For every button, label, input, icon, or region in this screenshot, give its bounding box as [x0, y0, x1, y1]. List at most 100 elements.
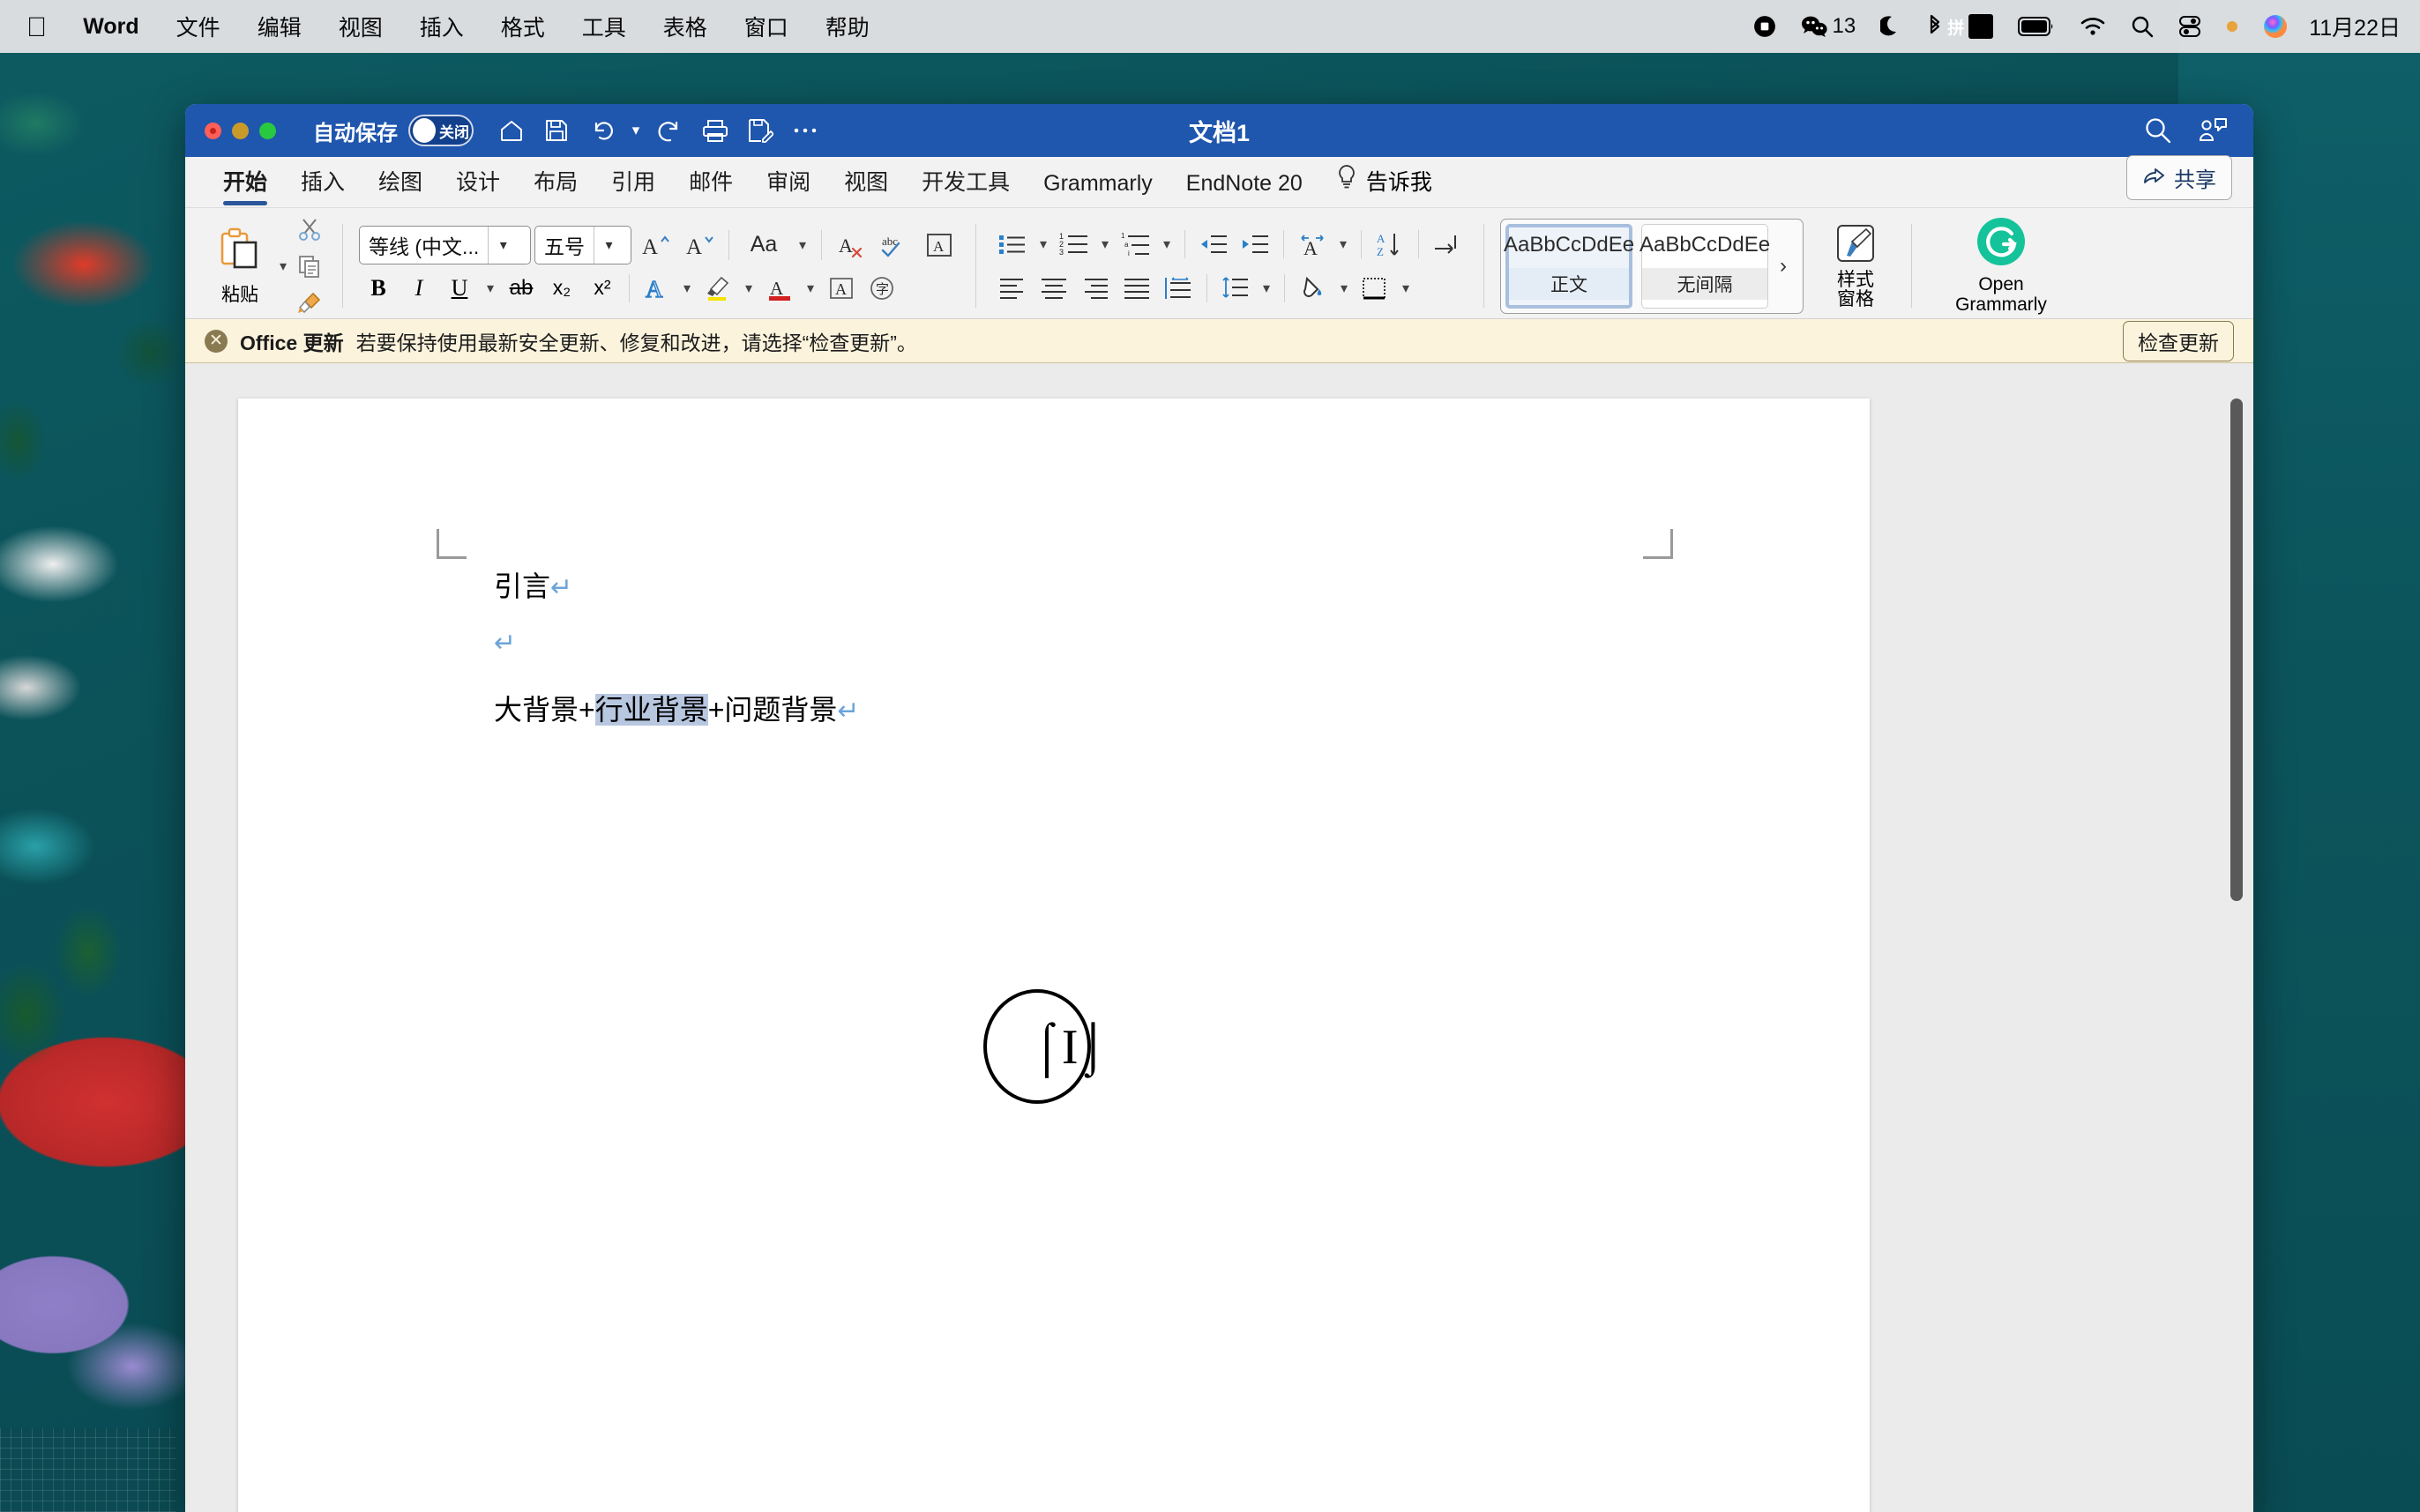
- wifi-icon[interactable]: [2067, 0, 2118, 53]
- numbered-list-icon[interactable]: 123: [1054, 225, 1094, 264]
- close-window-button[interactable]: [205, 122, 221, 139]
- tab-references[interactable]: 引用: [594, 165, 672, 207]
- font-size-combo[interactable]: 五号 ▾: [534, 225, 631, 264]
- copy-icon[interactable]: [293, 249, 326, 284]
- document-selected-text[interactable]: 行业背景: [594, 694, 708, 726]
- borders-dropdown-icon[interactable]: ▾: [1396, 271, 1415, 306]
- menu-item-window[interactable]: 窗口: [726, 0, 807, 53]
- multilevel-list-dropdown-icon[interactable]: ▾: [1157, 227, 1176, 262]
- subscript-button[interactable]: x₂: [542, 270, 581, 307]
- increase-indent-icon[interactable]: [1235, 225, 1275, 264]
- text-effects-icon[interactable]: A: [637, 270, 676, 307]
- pinyin-input-icon[interactable]: 拼: [1947, 0, 2005, 53]
- notification-dot-icon[interactable]: [2214, 0, 2251, 53]
- search-icon[interactable]: [2137, 109, 2179, 152]
- document-line-3[interactable]: 大背景+行业背景+问题背景↵: [494, 688, 860, 728]
- character-shading-icon[interactable]: A: [822, 270, 861, 307]
- show-formatting-marks-icon[interactable]: [1427, 225, 1468, 264]
- do-not-disturb-moon-icon[interactable]: [1868, 0, 1914, 53]
- paragraph-shading-dropdown-icon[interactable]: ▾: [1334, 271, 1354, 306]
- text-direction-dropdown-icon[interactable]: ▾: [1333, 227, 1353, 262]
- underline-dropdown-icon[interactable]: ▾: [481, 271, 500, 306]
- document-line-2[interactable]: ↵: [494, 626, 516, 659]
- menu-item-table[interactable]: 表格: [645, 0, 726, 53]
- style-card-no-spacing[interactable]: AaBbCcDdEe 无间隔: [1639, 223, 1770, 309]
- grow-font-icon[interactable]: A: [635, 226, 676, 264]
- tab-grammarly[interactable]: Grammarly: [1027, 171, 1169, 207]
- menu-item-help[interactable]: 帮助: [807, 0, 888, 53]
- spelling-check-icon[interactable]: abc: [875, 226, 915, 264]
- tab-layout[interactable]: 布局: [517, 165, 594, 207]
- siri-icon[interactable]: [2251, 0, 2300, 53]
- redo-icon[interactable]: [650, 110, 691, 151]
- autosave-control[interactable]: 自动保存 关闭: [313, 115, 474, 146]
- align-center-icon[interactable]: [1034, 269, 1074, 308]
- comments-icon[interactable]: [2192, 109, 2234, 152]
- more-options-icon[interactable]: [785, 110, 825, 151]
- font-family-dropdown-icon[interactable]: ▾: [488, 226, 518, 264]
- print-icon[interactable]: [695, 110, 736, 151]
- superscript-button[interactable]: x²: [583, 270, 622, 307]
- document-canvas[interactable]: 引言↵ ↵ 大背景+行业背景+问题背景↵ ⌠I⌡: [185, 363, 2253, 1512]
- zoom-window-button[interactable]: [259, 122, 276, 139]
- font-color-dropdown-icon[interactable]: ▾: [801, 271, 820, 306]
- character-border-icon[interactable]: A: [919, 226, 960, 264]
- multilevel-list-icon[interactable]: 1ai: [1116, 225, 1156, 264]
- align-left-icon[interactable]: [992, 269, 1033, 308]
- style-card-body[interactable]: AaBbCcDdEe 正文: [1504, 223, 1634, 309]
- battery-icon[interactable]: [2005, 0, 2067, 53]
- text-highlight-icon[interactable]: [698, 270, 737, 307]
- vertical-scrollbar[interactable]: [2227, 363, 2246, 1512]
- tab-mailings[interactable]: 邮件: [672, 165, 750, 207]
- change-case-icon[interactable]: Aa: [738, 226, 789, 264]
- wechat-icon[interactable]: 13: [1789, 0, 1869, 53]
- tab-insert[interactable]: 插入: [284, 165, 362, 207]
- home-icon[interactable]: [491, 110, 532, 151]
- phonetic-guide-icon[interactable]: 字: [863, 270, 901, 307]
- sort-az-icon[interactable]: AZ: [1370, 225, 1410, 264]
- dismiss-notice-icon[interactable]: ✕: [205, 329, 228, 353]
- menu-item-tools[interactable]: 工具: [564, 0, 645, 53]
- align-right-icon[interactable]: [1075, 269, 1116, 308]
- tab-home[interactable]: 开始: [206, 165, 284, 207]
- line-spacing-dropdown-icon[interactable]: ▾: [1257, 271, 1276, 306]
- paragraph-shading-icon[interactable]: [1293, 269, 1333, 308]
- text-highlight-dropdown-icon[interactable]: ▾: [739, 271, 758, 306]
- strikethrough-button[interactable]: ab: [502, 270, 541, 307]
- text-effects-dropdown-icon[interactable]: ▾: [677, 271, 697, 306]
- clear-formatting-icon[interactable]: A: [831, 226, 871, 264]
- autosave-toggle[interactable]: 关闭: [408, 115, 474, 146]
- borders-icon[interactable]: [1355, 269, 1395, 308]
- bullet-list-dropdown-icon[interactable]: ▾: [1034, 227, 1053, 262]
- menu-bar-clock[interactable]: 11月22日: [2300, 11, 2404, 42]
- format-painter-icon[interactable]: [293, 286, 326, 321]
- paste-button[interactable]: 粘贴: [206, 225, 273, 307]
- distribute-text-icon[interactable]: [1158, 269, 1199, 308]
- undo-icon[interactable]: [581, 110, 622, 151]
- menu-item-file[interactable]: 文件: [158, 0, 239, 53]
- font-color-icon[interactable]: A: [760, 270, 799, 307]
- document-line-1[interactable]: 引言↵: [494, 564, 572, 605]
- menu-item-edit[interactable]: 编辑: [239, 0, 320, 53]
- font-size-dropdown-icon[interactable]: ▾: [594, 226, 624, 264]
- decrease-indent-icon[interactable]: [1193, 225, 1234, 264]
- italic-button[interactable]: I: [400, 270, 438, 307]
- record-stop-icon[interactable]: [1741, 0, 1789, 53]
- styles-more-icon[interactable]: ›: [1768, 254, 1798, 279]
- line-spacing-icon[interactable]: [1215, 269, 1256, 308]
- undo-dropdown-icon[interactable]: ▾: [626, 122, 646, 139]
- tab-endnote[interactable]: EndNote 20: [1169, 171, 1319, 207]
- spotlight-search-icon[interactable]: [2118, 0, 2166, 53]
- vertical-scrollbar-thumb[interactable]: [2230, 398, 2243, 901]
- minimize-window-button[interactable]: [232, 122, 249, 139]
- save-as-icon[interactable]: [740, 110, 781, 151]
- tab-draw[interactable]: 绘图: [362, 165, 439, 207]
- open-grammarly-button[interactable]: Open Grammarly: [1944, 217, 2058, 315]
- menu-item-view[interactable]: 视图: [320, 0, 401, 53]
- tab-design[interactable]: 设计: [439, 165, 517, 207]
- tab-developer[interactable]: 开发工具: [905, 165, 1027, 207]
- control-center-icon[interactable]: [2166, 0, 2214, 53]
- menu-item-insert[interactable]: 插入: [401, 0, 482, 53]
- document-page[interactable]: 引言↵ ↵ 大背景+行业背景+问题背景↵ ⌠I⌡: [238, 398, 1870, 1512]
- scissors-cut-icon[interactable]: [293, 212, 326, 247]
